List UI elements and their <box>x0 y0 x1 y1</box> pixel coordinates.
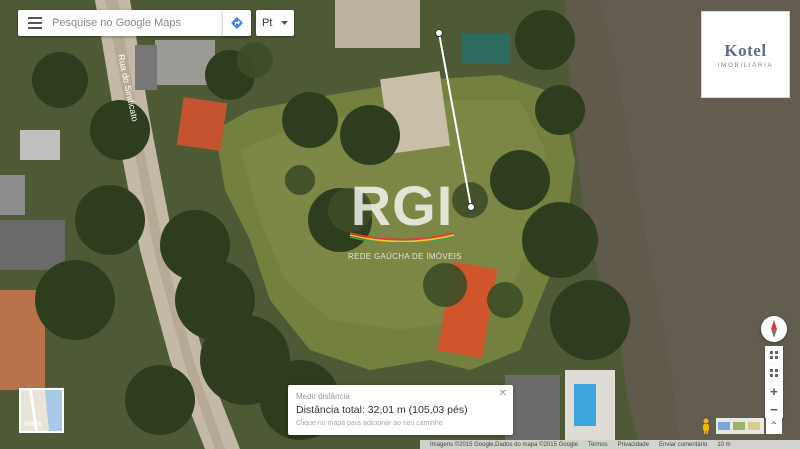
compass-icon[interactable] <box>761 316 787 342</box>
search-box <box>18 10 250 36</box>
footer-terms[interactable]: Termos <box>588 442 608 448</box>
map-footer: Imagens ©2015 Google,Dados do mapa ©2015… <box>420 440 800 449</box>
language-select[interactable]: Pt <box>256 10 294 36</box>
zoom-in-icon[interactable]: + <box>765 382 783 400</box>
measure-distance-card: ✕ Medir distância Distância total: 32,01… <box>288 385 513 435</box>
menu-icon[interactable] <box>18 10 52 36</box>
close-icon[interactable]: ✕ <box>499 388 507 399</box>
measure-end-point[interactable] <box>467 203 475 211</box>
zoom-out-icon[interactable]: − <box>765 400 783 418</box>
search-input[interactable] <box>52 12 222 34</box>
footer-privacy[interactable]: Privacidade <box>618 442 649 448</box>
pegman-icon[interactable] <box>700 418 712 434</box>
footer-imagery: Imagens ©2015 Google,Dados do mapa ©2015… <box>430 441 578 448</box>
logo-name: Kotel <box>724 40 767 60</box>
measure-start-point[interactable] <box>435 29 443 37</box>
layers-icon[interactable] <box>716 418 764 434</box>
logo-subtitle: IMOBILIÁRIA <box>717 61 774 69</box>
agency-logo: Kotel IMOBILIÁRIA <box>701 11 790 98</box>
footer-feedback[interactable]: Enviar comentário <box>659 442 707 448</box>
measure-title: Medir distância <box>296 392 350 401</box>
measure-total: Distância total: 32,01 m (105,03 pés) <box>296 404 468 416</box>
minimap-label: Mapa <box>24 421 42 428</box>
measure-hint: Clique no mapa para adicionar ao seu cam… <box>296 420 443 427</box>
satellite-map[interactable]: Rua do Sindicato <box>0 0 800 449</box>
chevron-down-icon <box>281 21 288 25</box>
language-value: Pt <box>262 17 273 29</box>
expand-icon[interactable]: ⌃ <box>766 418 782 434</box>
my-location-icon[interactable] <box>765 346 783 364</box>
footer-scale: 10 m <box>717 441 731 448</box>
tilt-icon[interactable] <box>765 364 783 382</box>
directions-icon[interactable] <box>223 10 251 36</box>
map-type-toggle[interactable]: Mapa <box>19 388 64 433</box>
